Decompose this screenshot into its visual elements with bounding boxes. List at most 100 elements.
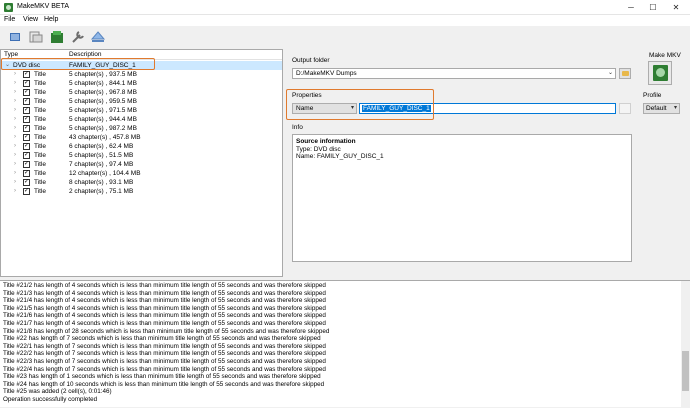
- tree-row-title[interactable]: › ✓ Title 5 chapter(s) , 844.1 MB: [1, 79, 282, 88]
- tree-row-title[interactable]: › ✓ Title 5 chapter(s) , 959.5 MB: [1, 97, 282, 106]
- row-type: Title: [34, 98, 47, 105]
- expand-arrow-icon[interactable]: ›: [14, 124, 16, 133]
- row-type: Title: [34, 161, 47, 168]
- collapse-arrow-icon[interactable]: ⌄: [5, 61, 10, 70]
- expand-arrow-icon[interactable]: ›: [14, 106, 16, 115]
- expand-arrow-icon[interactable]: ›: [14, 70, 16, 79]
- title-checkbox[interactable]: ✓: [23, 188, 30, 195]
- title-bar: MakeMKV BETA ─ ☐ ✕: [0, 0, 690, 15]
- property-value-input[interactable]: FAMILY_GUY_DISC_1: [359, 103, 616, 114]
- maximize-button[interactable]: ☐: [643, 0, 663, 15]
- tree-row-title[interactable]: › ✓ Title 5 chapter(s) , 51.5 MB: [1, 151, 282, 160]
- title-checkbox[interactable]: ✓: [23, 89, 30, 96]
- tree-header: Type Description: [1, 50, 282, 60]
- property-name-select[interactable]: Name ▾: [292, 103, 357, 114]
- open-files-button[interactable]: [27, 28, 45, 46]
- backup-button[interactable]: [48, 28, 66, 46]
- tree-row-title[interactable]: › ✓ Title 5 chapter(s) , 944.4 MB: [1, 115, 282, 124]
- tree-row-title[interactable]: › ✓ Title 12 chapter(s) , 104.4 MB: [1, 169, 282, 178]
- row-description: 5 chapter(s) , 959.5 MB: [69, 98, 137, 105]
- row-description: 12 chapter(s) , 104.4 MB: [69, 170, 141, 177]
- row-description: 5 chapter(s) , 51.5 MB: [69, 152, 134, 159]
- expand-arrow-icon[interactable]: ›: [14, 133, 16, 142]
- log-panel[interactable]: Title #21/2 has length of 4 seconds whic…: [0, 280, 690, 408]
- close-button[interactable]: ✕: [666, 0, 686, 15]
- menu-bar: File View Help: [0, 15, 690, 26]
- row-type: Title: [34, 80, 47, 87]
- make-mkv-button[interactable]: [648, 61, 672, 85]
- tree-row-title[interactable]: › ✓ Title 5 chapter(s) , 971.5 MB: [1, 106, 282, 115]
- title-checkbox[interactable]: ✓: [23, 134, 30, 141]
- tree-row-title[interactable]: › ✓ Title 7 chapter(s) , 97.4 MB: [1, 160, 282, 169]
- chevron-down-icon: ▾: [350, 105, 354, 111]
- tree-row-title[interactable]: › ✓ Title 5 chapter(s) , 937.5 MB: [1, 70, 282, 79]
- column-type[interactable]: Type: [4, 51, 18, 58]
- title-checkbox[interactable]: ✓: [23, 170, 30, 177]
- title-checkbox[interactable]: ✓: [23, 71, 30, 78]
- browse-folder-button[interactable]: [619, 68, 631, 79]
- output-folder-combo[interactable]: D:/MakeMKV Dumps ⌄: [292, 68, 616, 79]
- row-type: Title: [34, 152, 47, 159]
- scroll-thumb[interactable]: [682, 351, 689, 391]
- expand-arrow-icon[interactable]: ›: [14, 178, 16, 187]
- minimize-button[interactable]: ─: [621, 0, 641, 15]
- info-title: Source information: [296, 138, 356, 145]
- tree-row-title[interactable]: › ✓ Title 5 chapter(s) , 987.2 MB: [1, 124, 282, 133]
- open-disc-button[interactable]: [6, 28, 24, 46]
- expand-arrow-icon[interactable]: ›: [14, 97, 16, 106]
- settings-button[interactable]: [69, 28, 87, 46]
- chevron-down-icon: ▾: [673, 105, 677, 111]
- expand-arrow-icon[interactable]: ›: [14, 187, 16, 196]
- info-label: Info: [292, 124, 303, 131]
- title-checkbox[interactable]: ✓: [23, 116, 30, 123]
- tree-row-dvd-disc[interactable]: ⌄ DVD disc FAMILY_GUY_DISC_1: [1, 61, 282, 70]
- title-checkbox[interactable]: ✓: [23, 152, 30, 159]
- info-box: Source information Type: DVD disc Name: …: [292, 134, 632, 262]
- tree-row-title[interactable]: › ✓ Title 43 chapter(s) , 457.8 MB: [1, 133, 282, 142]
- row-description: 5 chapter(s) , 937.5 MB: [69, 71, 137, 78]
- tree-row-title[interactable]: › ✓ Title 8 chapter(s) , 93.1 MB: [1, 178, 282, 187]
- log-line: Title #23 has length of 1 seconds which …: [3, 373, 321, 381]
- menu-help[interactable]: Help: [44, 16, 58, 23]
- wrench-icon: [72, 31, 84, 43]
- log-line: Title #21/7 has length of 4 seconds whic…: [3, 319, 326, 327]
- profile-select[interactable]: Default ▾: [643, 103, 680, 114]
- title-checkbox[interactable]: ✓: [23, 179, 30, 186]
- expand-arrow-icon[interactable]: ›: [14, 151, 16, 160]
- chevron-down-icon: ⌄: [607, 70, 613, 76]
- make-mkv-icon: [653, 65, 668, 81]
- row-description: 5 chapter(s) , 967.8 MB: [69, 89, 137, 96]
- expand-arrow-icon[interactable]: ›: [14, 79, 16, 88]
- title-checkbox[interactable]: ✓: [23, 161, 30, 168]
- title-checkbox[interactable]: ✓: [23, 98, 30, 105]
- expand-arrow-icon[interactable]: ›: [14, 88, 16, 97]
- expand-arrow-icon[interactable]: ›: [14, 142, 16, 151]
- tree-row-title[interactable]: › ✓ Title 2 chapter(s) , 75.1 MB: [1, 187, 282, 196]
- row-type: Title: [34, 71, 47, 78]
- row-type: Title: [34, 134, 47, 141]
- row-description: 8 chapter(s) , 93.1 MB: [69, 179, 134, 186]
- title-checkbox[interactable]: ✓: [23, 143, 30, 150]
- title-checkbox[interactable]: ✓: [23, 125, 30, 132]
- row-description: 6 chapter(s) , 62.4 MB: [69, 143, 134, 150]
- expand-arrow-icon[interactable]: ›: [14, 160, 16, 169]
- info-name: Name: FAMILY_GUY_DISC_1: [296, 153, 384, 160]
- property-apply-button[interactable]: [619, 103, 631, 114]
- column-description[interactable]: Description: [69, 51, 102, 58]
- open-disc-icon: [10, 33, 20, 41]
- tree-row-title[interactable]: › ✓ Title 5 chapter(s) , 967.8 MB: [1, 88, 282, 97]
- profile-label: Profile: [643, 92, 662, 99]
- expand-arrow-icon[interactable]: ›: [14, 169, 16, 178]
- title-checkbox[interactable]: ✓: [23, 107, 30, 114]
- row-description: 5 chapter(s) , 944.4 MB: [69, 116, 137, 123]
- output-folder-value: D:/MakeMKV Dumps: [296, 70, 357, 77]
- menu-file[interactable]: File: [4, 16, 15, 23]
- row-description: 2 chapter(s) , 75.1 MB: [69, 188, 134, 195]
- eject-button[interactable]: [89, 28, 107, 46]
- tree-row-title[interactable]: › ✓ Title 6 chapter(s) , 62.4 MB: [1, 142, 282, 151]
- menu-view[interactable]: View: [23, 16, 38, 23]
- log-scrollbar[interactable]: [681, 281, 690, 408]
- disc-tree-panel[interactable]: Type Description ⌄ DVD disc FAMILY_GUY_D…: [0, 49, 283, 277]
- expand-arrow-icon[interactable]: ›: [14, 115, 16, 124]
- title-checkbox[interactable]: ✓: [23, 80, 30, 87]
